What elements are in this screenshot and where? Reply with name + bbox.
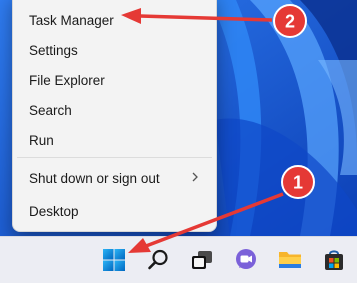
menu-item-search[interactable]: Search: [17, 95, 212, 125]
search-button[interactable]: [140, 243, 176, 277]
teams-chat-icon: [236, 249, 256, 269]
menu-item-label: Search: [29, 102, 72, 118]
menu-item-file-explorer[interactable]: File Explorer: [17, 65, 212, 95]
file-explorer-icon: [279, 252, 301, 268]
menu-item-desktop[interactable]: Desktop: [17, 196, 212, 226]
teams-chat-button[interactable]: [228, 243, 264, 277]
taskbar: [0, 236, 357, 283]
menu-item-label: Settings: [29, 42, 78, 58]
menu-item-label: File Explorer: [29, 72, 105, 88]
menu-item-task-manager[interactable]: Task Manager: [17, 5, 212, 35]
start-button[interactable]: [96, 243, 132, 277]
menu-item-label: Task Manager: [29, 12, 114, 28]
menu-separator: [17, 157, 212, 158]
menu-item-label: Run: [29, 132, 54, 148]
menu-item-run[interactable]: Run: [17, 125, 212, 155]
menu-item-label: Desktop: [29, 203, 79, 219]
task-view-button[interactable]: [184, 243, 220, 277]
microsoft-store-button[interactable]: [316, 243, 352, 277]
microsoft-store-icon: [325, 250, 343, 270]
quick-link-menu: Task Manager Settings File Explorer Sear…: [12, 0, 217, 232]
menu-item-shut-down[interactable]: Shut down or sign out: [17, 163, 212, 193]
task-view-icon: [192, 251, 212, 269]
search-icon: [148, 249, 168, 270]
menu-item-settings[interactable]: Settings: [17, 35, 212, 65]
chevron-right-icon: [192, 172, 198, 182]
menu-item-label: Shut down or sign out: [29, 170, 160, 186]
file-explorer-button[interactable]: [272, 243, 308, 277]
windows-start-icon: [103, 249, 125, 271]
